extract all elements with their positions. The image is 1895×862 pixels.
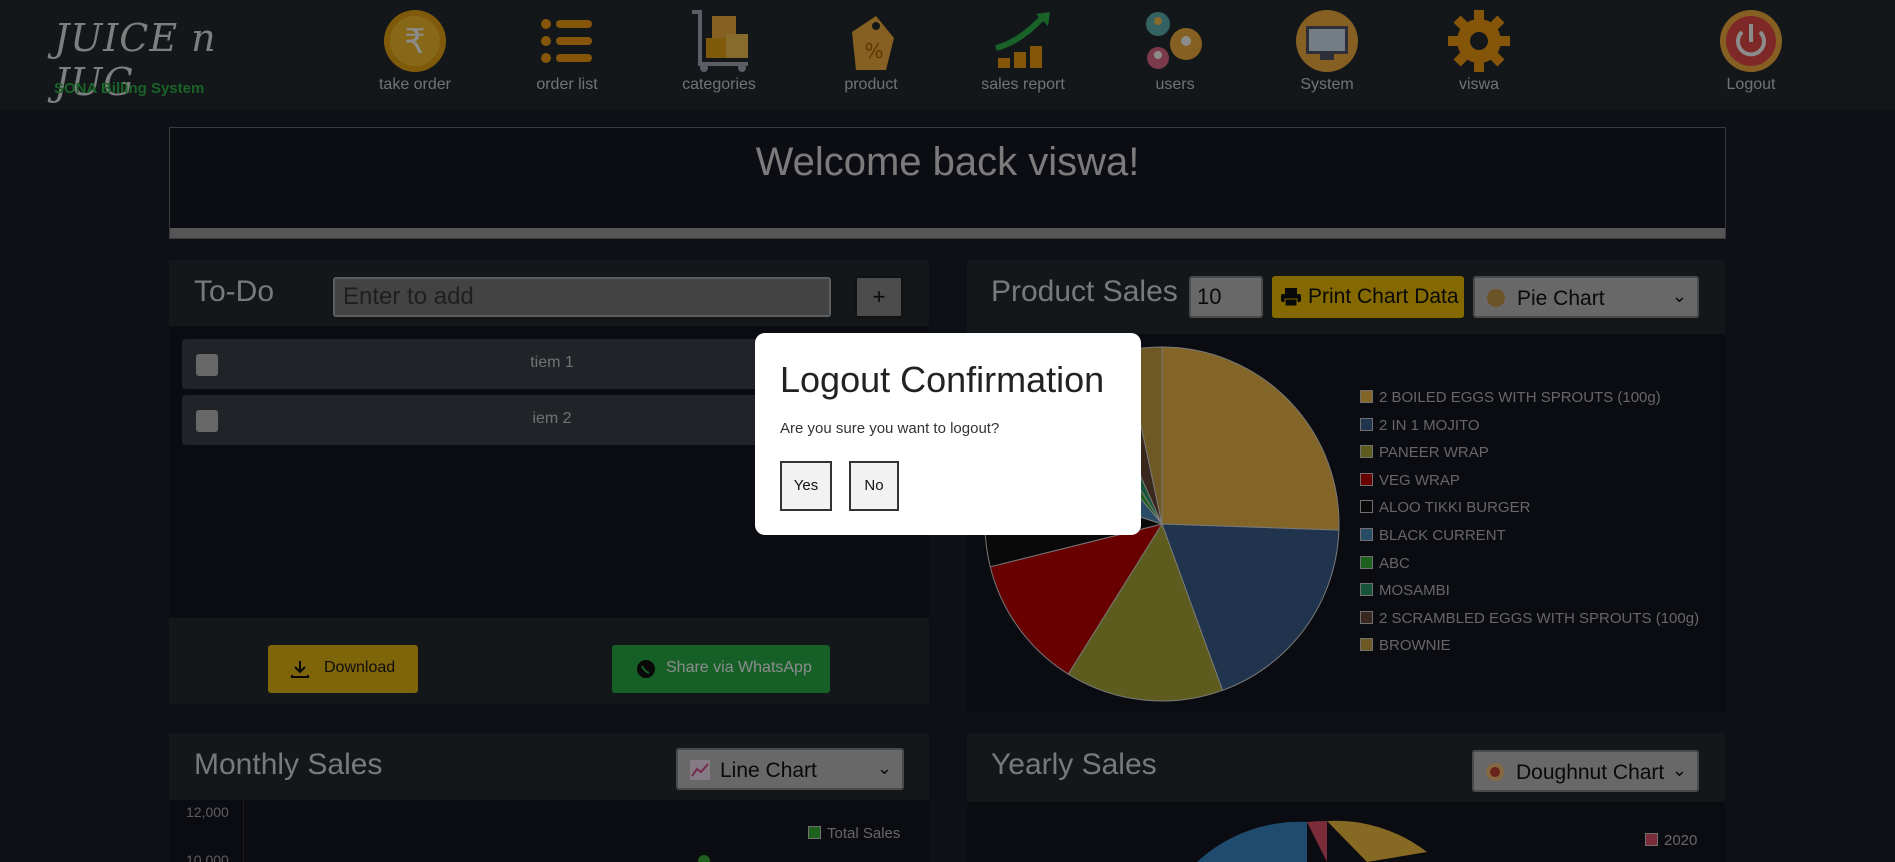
modal-title: Logout Confirmation xyxy=(780,359,1105,400)
logout-no-button[interactable]: No xyxy=(849,461,899,511)
logout-confirmation-dialog: Logout Confirmation Are you sure you wan… xyxy=(755,333,1141,535)
logout-yes-button[interactable]: Yes xyxy=(780,461,832,511)
modal-message: Are you sure you want to logout? xyxy=(780,420,1000,437)
